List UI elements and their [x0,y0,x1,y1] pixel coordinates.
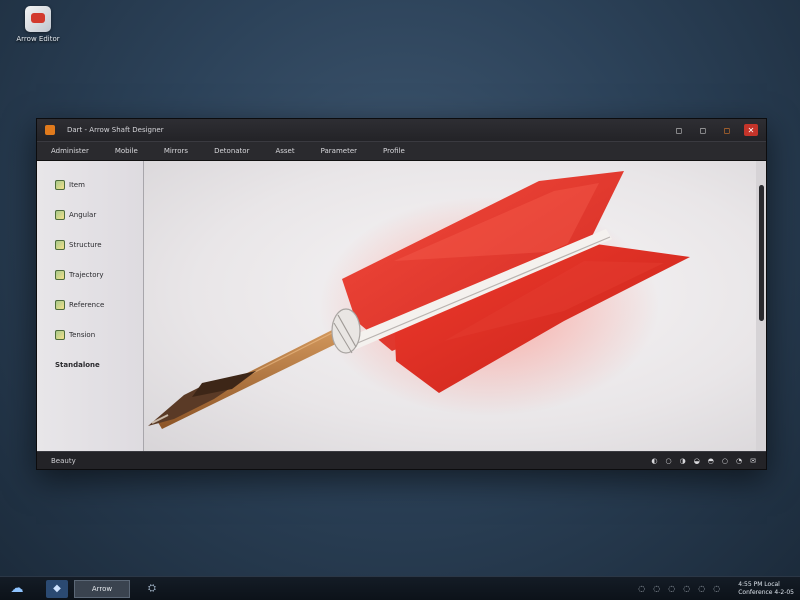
reference-icon [55,299,65,310]
sidebar-item-label: Standalone [55,360,100,369]
sidebar-item-label: Reference [69,300,105,309]
app-window: Dart - Arrow Shaft Designer ◻ ◻ ◻ ✕ Admi… [36,118,767,470]
scroll-thumb[interactable] [759,185,764,321]
sidebar-item-angular[interactable]: Angular [37,203,143,226]
window-body: Item Angular Structure Trajectory Refere… [37,161,766,451]
trajectory-icon [55,269,65,280]
menu-item-detonator[interactable]: Detonator [214,147,249,155]
clock-time: 4:55 PM Local [738,580,780,588]
menu-item-administer[interactable]: Administer [51,147,89,155]
close-icon[interactable]: ✕ [744,124,758,136]
sidebar-item-tension[interactable]: Tension [37,323,143,346]
tray-icon-1[interactable]: ◌ [638,584,645,593]
status-icons: ◐ ○ ◑ ◒ ◓ ○ ◔ ✉ [651,457,756,465]
status-icon-3[interactable]: ◑ [680,457,686,465]
menu-item-profile[interactable]: Profile [383,147,405,155]
desktop-app-shortcut[interactable]: Arrow Editor [12,6,64,43]
minimize-icon[interactable]: ◻ [696,124,710,136]
structure-icon [55,239,65,250]
status-icon-1[interactable]: ◐ [651,457,657,465]
menu-item-parameter[interactable]: Parameter [321,147,357,155]
menu-item-mobile[interactable]: Mobile [115,147,138,155]
shaft-wrap [331,308,361,354]
menu-item-asset[interactable]: Asset [275,147,294,155]
tray-icon-5[interactable]: ◌ [698,584,705,593]
sidebar-item-reference[interactable]: Reference [37,293,143,316]
vertical-scrollbar[interactable] [756,161,766,451]
sidebar-item-item[interactable]: Item [37,173,143,196]
status-icon-7[interactable]: ◔ [736,457,742,465]
settings-gear-icon[interactable]: ⛭ [148,583,156,594]
sidebar-item-label: Angular [69,210,97,219]
status-text: Beauty [51,456,76,465]
clock-date: Conference 4-2-05 [738,588,794,596]
app-shortcut-icon [25,6,51,32]
status-icon-6[interactable]: ○ [722,457,728,465]
status-icon-5[interactable]: ◓ [708,457,714,465]
sidebar-item-structure[interactable]: Structure [37,233,143,256]
sidebar-item-label: Trajectory [69,270,104,279]
window-title: Dart - Arrow Shaft Designer [67,126,164,134]
tray-icon-3[interactable]: ◌ [668,584,675,593]
tension-icon [55,329,65,340]
tray-icon-4[interactable]: ◌ [683,584,690,593]
window-controls: ◻ ◻ ◻ ✕ [672,124,758,136]
desktop-icon-label: Arrow Editor [16,35,60,43]
start-cloud-icon[interactable]: ☁ [6,580,28,598]
arrow-tip [148,371,256,426]
status-bar: Beauty ◐ ○ ◑ ◒ ◓ ○ ◔ ✉ [37,451,766,469]
arrow-illustration [148,171,690,429]
system-tray: ◌ ◌ ◌ ◌ ◌ ◌ 4:55 PM Local Conference 4-2… [638,581,794,597]
sidebar-item-label: Tension [69,330,96,339]
item-icon [55,179,65,190]
status-icon-2[interactable]: ○ [665,457,671,465]
active-task-button[interactable]: Arrow [74,579,130,598]
title-bar: Dart - Arrow Shaft Designer ◻ ◻ ◻ ✕ [37,119,766,141]
taskbar-clock[interactable]: 4:55 PM Local Conference 4-2-05 [738,581,794,597]
maximize-icon[interactable]: ◻ [720,124,734,136]
preview-canvas[interactable] [144,161,766,451]
pinned-app-icon[interactable]: ◆ [46,579,68,598]
menu-bar: Administer Mobile Mirrors Detonator Asse… [37,141,766,161]
sidebar-item-standalone[interactable]: Standalone [37,353,143,376]
menu-item-mirrors[interactable]: Mirrors [164,147,188,155]
angle-icon [55,209,65,220]
taskbar: ☁ ◆ Arrow ⛭ ◌ ◌ ◌ ◌ ◌ ◌ 4:55 PM Local Co… [0,576,800,600]
mail-icon[interactable]: ✉ [750,457,756,465]
sidebar-item-label: Structure [69,240,102,249]
sidebar-item-trajectory[interactable]: Trajectory [37,263,143,286]
app-logo-icon [45,125,55,135]
tray-icon-2[interactable]: ◌ [653,584,660,593]
sidebar-item-label: Item [69,180,85,189]
sidebar: Item Angular Structure Trajectory Refere… [37,161,144,451]
help-icon[interactable]: ◻ [672,124,686,136]
tray-icon-6[interactable]: ◌ [713,584,720,593]
status-icon-4[interactable]: ◒ [694,457,700,465]
